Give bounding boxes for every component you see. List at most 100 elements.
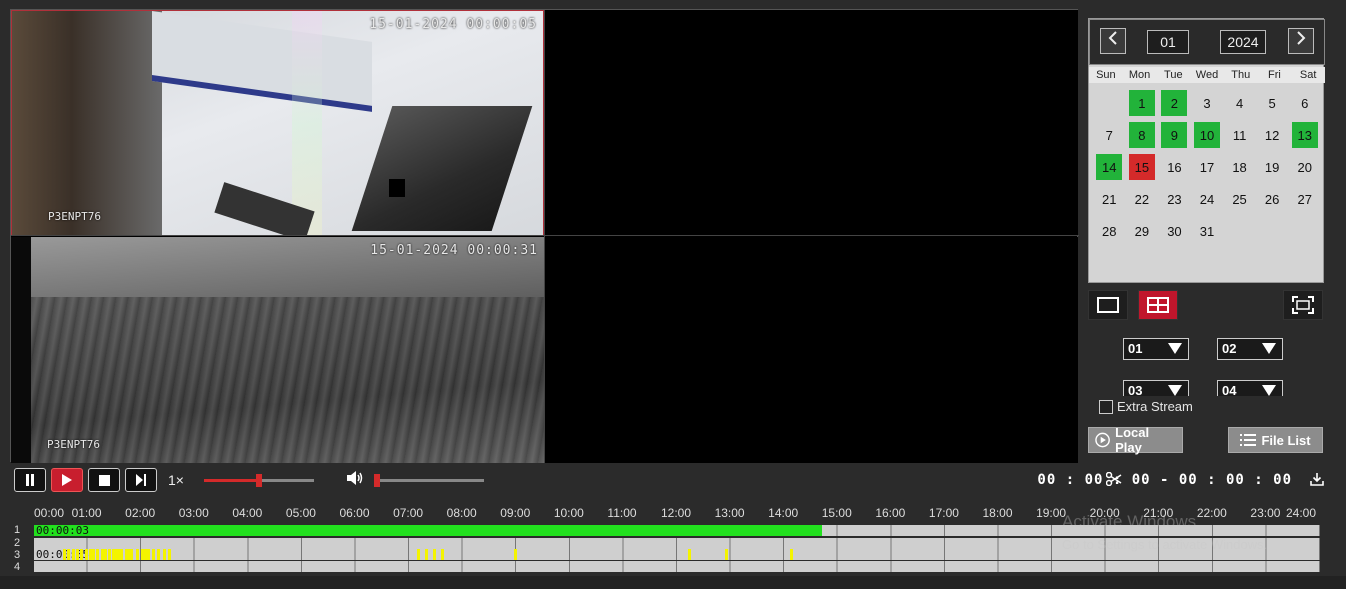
timeline-track-ch4[interactable] xyxy=(34,561,1320,572)
motion-event-marker xyxy=(75,549,79,560)
timeline-hour-label: 17:00 xyxy=(928,506,959,520)
calendar-day-number: 19 xyxy=(1264,159,1280,175)
motion-event-marker xyxy=(63,549,67,560)
video-pane-2[interactable] xyxy=(545,10,1078,236)
weekday-header: Sun Mon Tue Wed Thu Fri Sat xyxy=(1089,67,1325,83)
calendar-day[interactable]: 12 xyxy=(1256,119,1289,151)
calendar-day[interactable]: 25 xyxy=(1223,183,1256,215)
video-pane-3[interactable]: 15-01-2024 00:00:31 P3ENPT76 xyxy=(11,237,544,463)
fullscreen-button[interactable] xyxy=(1283,290,1323,320)
calendar-day[interactable]: 15 xyxy=(1126,151,1159,183)
extra-stream-checkbox[interactable] xyxy=(1099,399,1113,414)
motion-event-marker xyxy=(725,549,729,560)
volume-button[interactable] xyxy=(346,470,364,491)
timeline-hour-label: 15:00 xyxy=(821,506,852,520)
calendar-day[interactable]: 3 xyxy=(1191,87,1224,119)
calendar-day-number: 10 xyxy=(1193,122,1220,148)
calendar-day[interactable]: 10 xyxy=(1191,119,1224,151)
channel-select-2[interactable]: 02 xyxy=(1217,338,1283,360)
next-month-button[interactable] xyxy=(1288,28,1314,54)
motion-event-marker xyxy=(162,549,166,560)
calendar-day[interactable]: 18 xyxy=(1223,151,1256,183)
calendar-day[interactable]: 8 xyxy=(1126,119,1159,151)
single-view-button[interactable] xyxy=(1088,290,1128,320)
calendar-day[interactable]: 28 xyxy=(1093,215,1126,247)
play-button[interactable] xyxy=(51,468,83,492)
year-field[interactable]: 2024 xyxy=(1220,30,1266,54)
calendar-day[interactable]: 26 xyxy=(1256,183,1289,215)
calendar-day[interactable]: 5 xyxy=(1256,87,1289,119)
channel-select-1[interactable]: 01 xyxy=(1123,338,1189,360)
motion-event-marker xyxy=(95,549,99,560)
extra-stream-option[interactable]: Extra Stream xyxy=(1099,399,1193,414)
volume-slider[interactable] xyxy=(374,474,484,487)
timeline-hour-label: 18:00 xyxy=(982,506,1013,520)
timeline-hour-label: 22:00 xyxy=(1196,506,1227,520)
calendar-day[interactable]: 23 xyxy=(1158,183,1191,215)
channel-select-3[interactable]: 03 xyxy=(1123,380,1189,396)
calendar-day[interactable]: 11 xyxy=(1223,119,1256,151)
calendar-day[interactable]: 13 xyxy=(1288,119,1321,151)
calendar-day[interactable]: 14 xyxy=(1093,151,1126,183)
chevron-right-icon xyxy=(1297,31,1306,45)
calendar-day-number: 23 xyxy=(1167,191,1182,207)
weekday-label: Fri xyxy=(1268,69,1281,81)
stop-button[interactable] xyxy=(88,468,120,492)
calendar-day[interactable]: 30 xyxy=(1158,215,1191,247)
calendar-day[interactable]: 27 xyxy=(1288,183,1321,215)
calendar-day-number: 9 xyxy=(1161,122,1188,148)
speed-indicator[interactable]: 1× xyxy=(168,472,184,488)
volume-slider-thumb[interactable] xyxy=(374,474,380,487)
dropdown-arrow-icon xyxy=(1262,343,1276,354)
timeline-hour-label: 14:00 xyxy=(768,506,799,520)
calendar-day[interactable]: 21 xyxy=(1093,183,1126,215)
timeline-hour-label: 06:00 xyxy=(339,506,370,520)
calendar-day[interactable]: 31 xyxy=(1191,215,1224,247)
extra-stream-label: Extra Stream xyxy=(1117,399,1193,414)
step-frame-button[interactable] xyxy=(125,468,157,492)
video-grid: 15-01-2024 00:00:05 P3ENPT76 15-01-2024 … xyxy=(10,9,1079,463)
video-pane-4[interactable] xyxy=(545,237,1078,463)
calendar-header: 01 2024 xyxy=(1089,19,1325,65)
file-list-button[interactable]: File List xyxy=(1228,427,1323,453)
local-play-button[interactable]: Local Play xyxy=(1088,425,1183,455)
speed-slider[interactable] xyxy=(204,474,314,487)
calendar-day[interactable]: 16 xyxy=(1158,151,1191,183)
calendar-day[interactable]: 29 xyxy=(1126,215,1159,247)
calendar-day-number: 14 xyxy=(1096,154,1123,180)
motion-event-marker xyxy=(167,549,171,560)
calendar-day-number: 21 xyxy=(1102,191,1117,207)
calendar-day-number: 5 xyxy=(1268,95,1276,111)
motion-event-marker xyxy=(789,549,793,560)
dropdown-arrow-icon xyxy=(1168,385,1182,396)
calendar-day[interactable]: 1 xyxy=(1126,87,1159,119)
calendar-day[interactable]: 2 xyxy=(1158,87,1191,119)
calendar-day[interactable]: 4 xyxy=(1223,87,1256,119)
month-field[interactable]: 01 xyxy=(1147,30,1189,54)
camera-feed-door xyxy=(12,11,162,235)
weekday-label: Sun xyxy=(1096,69,1116,81)
calendar-day[interactable]: 17 xyxy=(1191,151,1224,183)
timeline-hour-label: 02:00 xyxy=(125,506,156,520)
download-button[interactable] xyxy=(1310,472,1324,491)
calendar-day[interactable]: 20 xyxy=(1288,151,1321,183)
file-list-label: File List xyxy=(1261,432,1311,448)
calendar-day[interactable]: 9 xyxy=(1158,119,1191,151)
calendar-day-number xyxy=(1096,90,1122,116)
calendar-day[interactable]: 24 xyxy=(1191,183,1224,215)
calendar-day[interactable]: 19 xyxy=(1256,151,1289,183)
quad-view-button[interactable] xyxy=(1138,290,1178,320)
prev-month-button[interactable] xyxy=(1100,28,1126,54)
timeline[interactable]: 00:00 01:00 02:00 03:00 04:00 05:00 06:00 07:00… xyxy=(10,498,1332,574)
timeline-hour-label: 23:00 xyxy=(1250,506,1281,520)
motion-event-marker xyxy=(103,549,107,560)
speed-slider-thumb[interactable] xyxy=(256,474,262,487)
pause-button[interactable] xyxy=(14,468,46,492)
calendar-day[interactable]: 7 xyxy=(1093,119,1126,151)
calendar-day-number: 2 xyxy=(1161,90,1188,116)
motion-event-marker xyxy=(441,549,445,560)
calendar-day[interactable]: 6 xyxy=(1288,87,1321,119)
channel-select-4[interactable]: 04 xyxy=(1217,380,1283,396)
calendar-day[interactable]: 22 xyxy=(1126,183,1159,215)
video-pane-1[interactable]: 15-01-2024 00:00:05 P3ENPT76 xyxy=(11,10,544,236)
